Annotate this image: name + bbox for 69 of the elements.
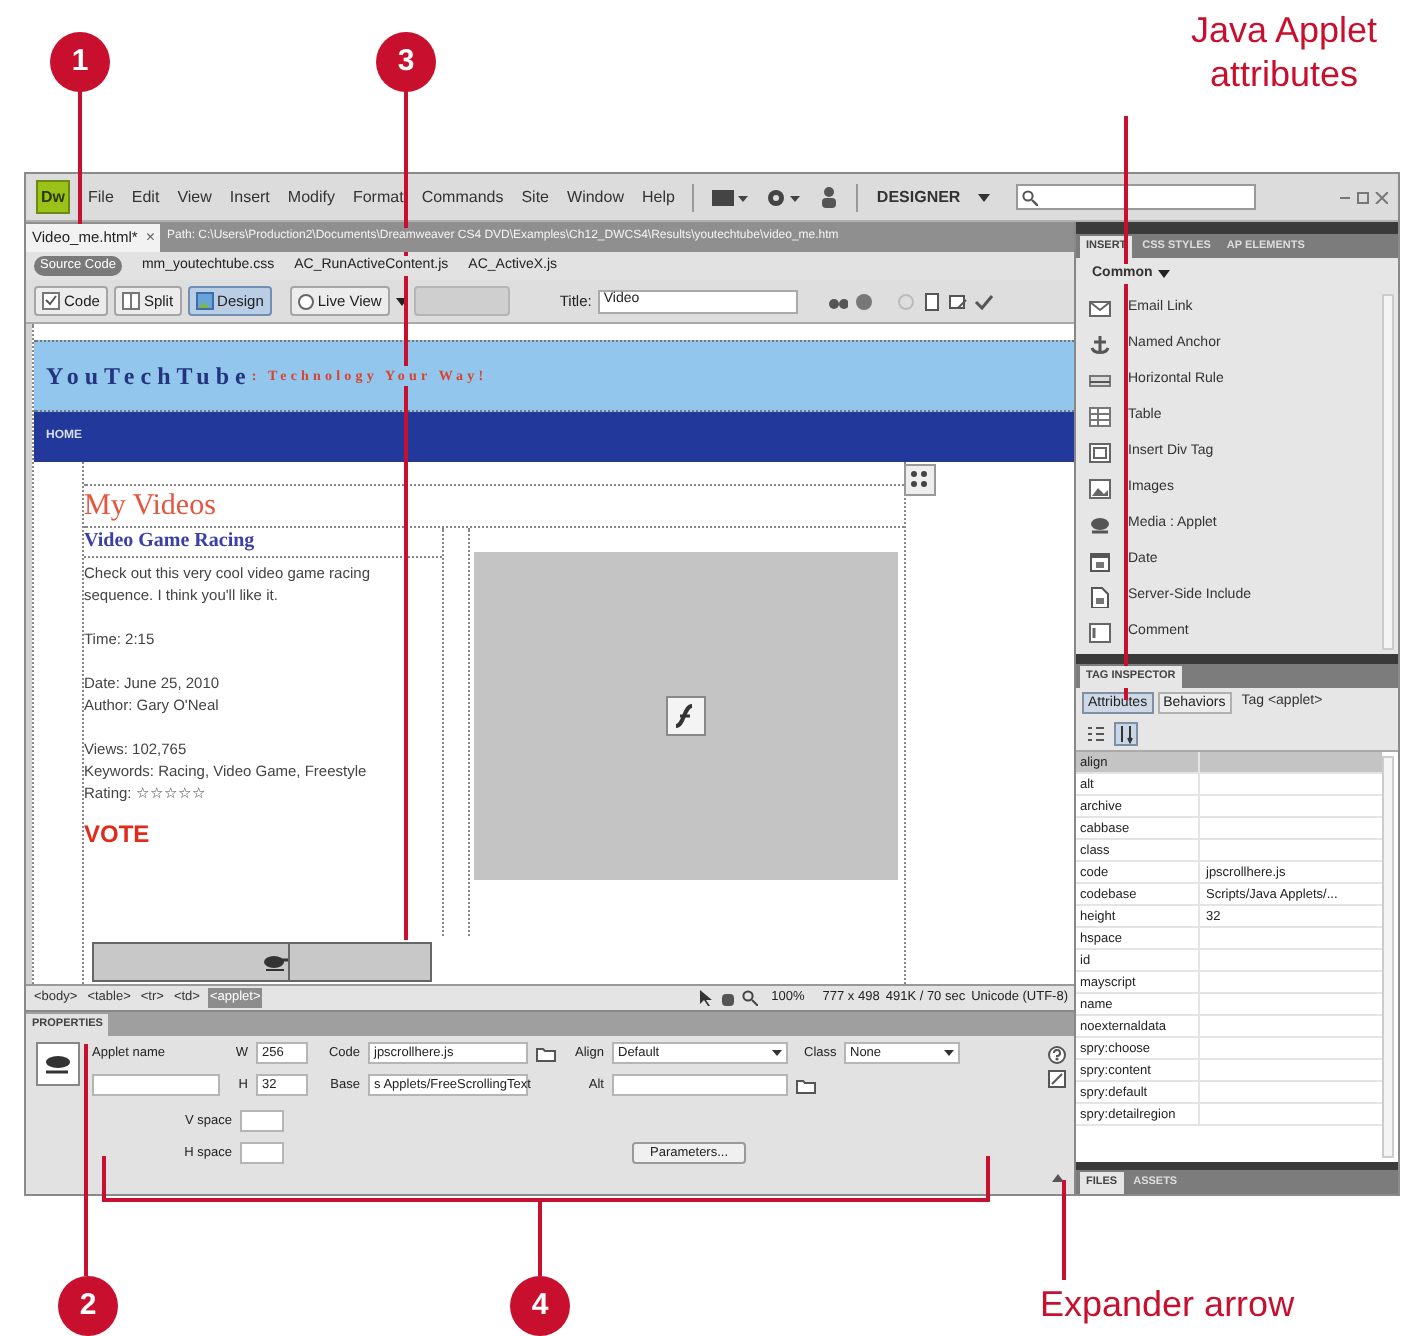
applet-placeholder[interactable] [92,942,432,982]
document-icon [1088,585,1112,607]
menu-item[interactable]: Window [567,185,624,209]
menu-item[interactable]: Modify [287,185,335,209]
close-button[interactable]: × [145,226,155,250]
scrollbar[interactable] [1382,294,1394,650]
layout-icon[interactable] [712,187,749,207]
sort-icon[interactable] [1114,722,1138,746]
callout-number: 3 [376,32,436,92]
folder-icon[interactable] [796,1077,816,1093]
gear-icon[interactable] [766,187,803,207]
scrollbar[interactable] [1382,756,1394,1158]
pen-icon[interactable] [947,291,968,311]
anchor-icon [1088,333,1112,355]
menu-item[interactable]: Format [352,185,404,209]
caret-icon [978,193,991,201]
workspace-switcher[interactable]: DESIGNER [876,185,961,209]
search-field[interactable] [1016,184,1257,210]
menu-item[interactable]: View [177,185,212,209]
caret-icon [1158,270,1171,278]
check-icon[interactable] [973,291,994,311]
menu-item[interactable]: Help [641,185,675,209]
leader-line [1062,1180,1066,1280]
vote-link[interactable]: VOTE [84,816,442,852]
annotation-label: Expander arrow [1040,1282,1295,1328]
callout-number: 4 [510,1276,570,1336]
video-title: Video Game Racing [84,528,442,558]
callout-number: 2 [58,1276,118,1336]
page-heading: My Videos [84,486,904,528]
code-view-icon [42,292,60,310]
table-handle-icon[interactable] [904,464,936,496]
table-icon [1088,405,1112,427]
folder-icon[interactable] [536,1045,556,1061]
calendar-icon [1088,549,1112,571]
menu-item[interactable]: Insert [229,185,270,209]
menu-item[interactable]: Commands [421,185,504,209]
image-icon [1088,477,1112,499]
annotation-label: Java Applet attributes [1188,8,1380,96]
flash-icon [666,696,706,736]
person-icon[interactable] [820,186,839,208]
pointer-tool-icon[interactable] [697,990,714,1006]
applet-icon [36,1042,80,1086]
comment-icon [1088,621,1112,643]
app-logo: Dw [36,180,70,214]
edit-icon[interactable] [1048,1070,1066,1088]
menu-item[interactable]: Site [521,185,550,209]
leader-line [78,90,82,224]
caret-icon [944,1050,954,1056]
menu-item[interactable]: File [88,185,114,209]
callout-number: 1 [50,32,110,92]
menu-item[interactable]: Edit [131,185,160,209]
input-field[interactable] [240,1142,284,1164]
help-icon[interactable] [1048,1046,1066,1064]
zoom-tool-icon[interactable] [741,990,758,1006]
envelope-icon [1088,297,1112,319]
search-icon [1022,189,1039,205]
div-icon [1088,441,1112,463]
split-view-icon [121,292,140,310]
page-icon[interactable] [921,291,942,311]
site-title: YouTechTube [46,360,252,394]
design-view-icon [195,292,214,310]
input-field[interactable] [240,1110,284,1132]
window-controls-icon[interactable] [1340,191,1388,203]
applet-name-field[interactable] [92,1074,220,1096]
category-view-icon[interactable] [1088,726,1104,742]
alt-field[interactable] [612,1074,788,1096]
caret-icon [772,1050,782,1056]
expander-arrow-icon[interactable] [1052,1174,1064,1182]
caret-icon [395,297,408,305]
